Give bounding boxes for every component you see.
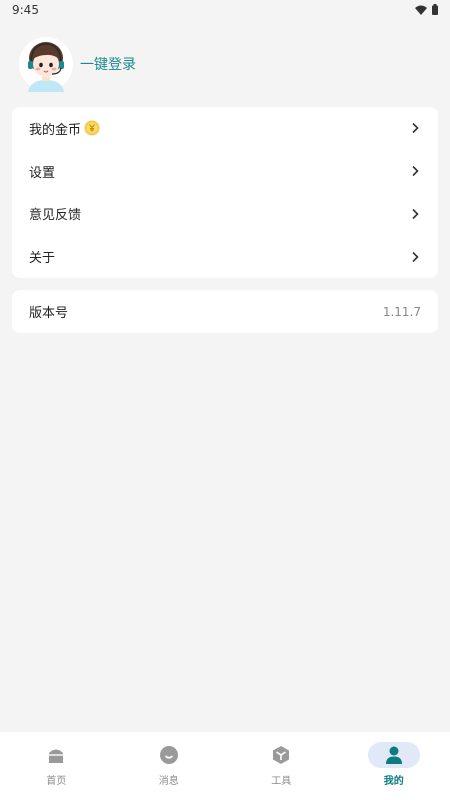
nav-icon-wrap xyxy=(367,742,420,768)
chevron-right-icon xyxy=(412,123,419,134)
home-icon xyxy=(49,749,64,763)
coin-icon xyxy=(84,120,100,136)
tools-icon xyxy=(273,746,290,764)
message-icon xyxy=(159,746,178,764)
menu-item-label-wrap: 我的金币 xyxy=(29,119,100,138)
nav-label: 首页 xyxy=(46,776,67,787)
version-card: 版本号 1.11.7 xyxy=(12,290,438,333)
nav-icon-wrap xyxy=(30,742,82,768)
menu-item-label: 我的金币 xyxy=(29,122,82,138)
menu-item-label: 意见反馈 xyxy=(29,208,82,224)
menu-item-about[interactable]: 关于 xyxy=(12,235,438,278)
version-label: 版本号 xyxy=(29,306,69,321)
nav-label: 我的 xyxy=(383,776,404,787)
chevron-right-icon xyxy=(412,251,419,262)
menu-item-coins[interactable]: 我的金币 xyxy=(12,107,438,150)
nav-icon-wrap xyxy=(255,742,307,768)
menu-card: 我的金币 设置 意见反馈 关于 xyxy=(12,107,438,278)
chevron-right-icon xyxy=(412,208,419,219)
menu-item-label: 设置 xyxy=(29,165,56,181)
nav-item-home[interactable]: 首页 xyxy=(0,732,113,800)
wifi-icon xyxy=(415,5,427,15)
nav-label: 消息 xyxy=(158,776,179,787)
battery-icon xyxy=(432,4,438,15)
menu-item-label: 关于 xyxy=(29,251,56,267)
avatar[interactable] xyxy=(18,36,74,92)
chevron-right-icon xyxy=(412,166,419,177)
login-link[interactable]: 一键登录 xyxy=(80,54,136,74)
status-bar: 9:45 xyxy=(0,0,450,20)
status-icons xyxy=(415,4,438,15)
menu-item-settings[interactable]: 设置 xyxy=(12,150,438,193)
profile-header[interactable]: 一键登录 xyxy=(18,36,136,92)
nav-icon-wrap xyxy=(143,742,195,768)
menu-item-feedback[interactable]: 意见反馈 xyxy=(12,193,438,236)
nav-item-messages[interactable]: 消息 xyxy=(113,732,226,800)
nav-label: 工具 xyxy=(271,776,292,787)
status-time: 9:45 xyxy=(12,3,39,17)
version-value: 1.11.7 xyxy=(382,304,421,319)
version-row: 版本号 1.11.7 xyxy=(12,290,438,333)
nav-item-mine[interactable]: 我的 xyxy=(338,732,450,800)
bottom-nav: 首页 消息 工具 我的 xyxy=(0,732,450,800)
nav-item-tools[interactable]: 工具 xyxy=(225,732,338,800)
profile-icon xyxy=(385,746,402,764)
